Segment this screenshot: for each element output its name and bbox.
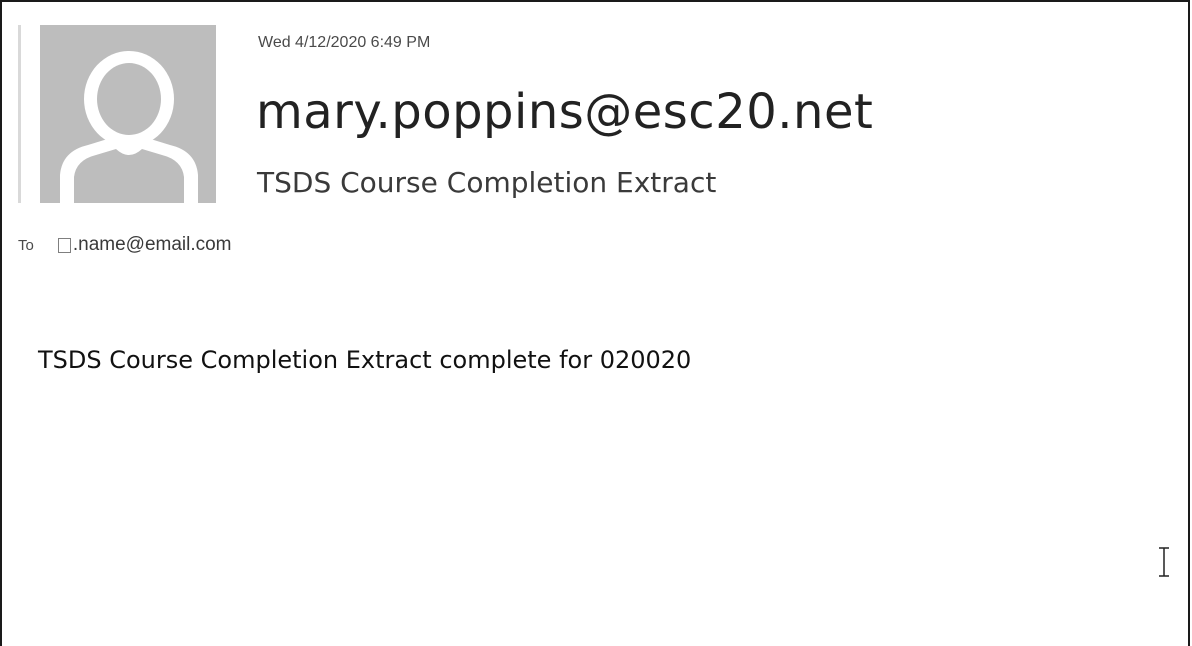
checkbox-icon[interactable] (57, 237, 71, 253)
message-date: Wed 4/12/2020 6:49 PM (258, 34, 431, 51)
text-cursor-icon (1159, 547, 1169, 577)
sender-address[interactable]: mary.poppins@esc20.net (256, 84, 873, 140)
to-row: To .name@email.com (18, 232, 232, 258)
sender-avatar (18, 25, 216, 203)
avatar-edge-line (18, 25, 21, 203)
message-subject: TSDS Course Completion Extract (257, 166, 717, 199)
person-placeholder-icon (60, 51, 198, 203)
to-label: To (18, 236, 34, 254)
avatar-edge (18, 25, 40, 203)
recipient-address[interactable]: .name@email.com (73, 234, 232, 256)
message-body: TSDS Course Completion Extract complete … (38, 346, 692, 374)
